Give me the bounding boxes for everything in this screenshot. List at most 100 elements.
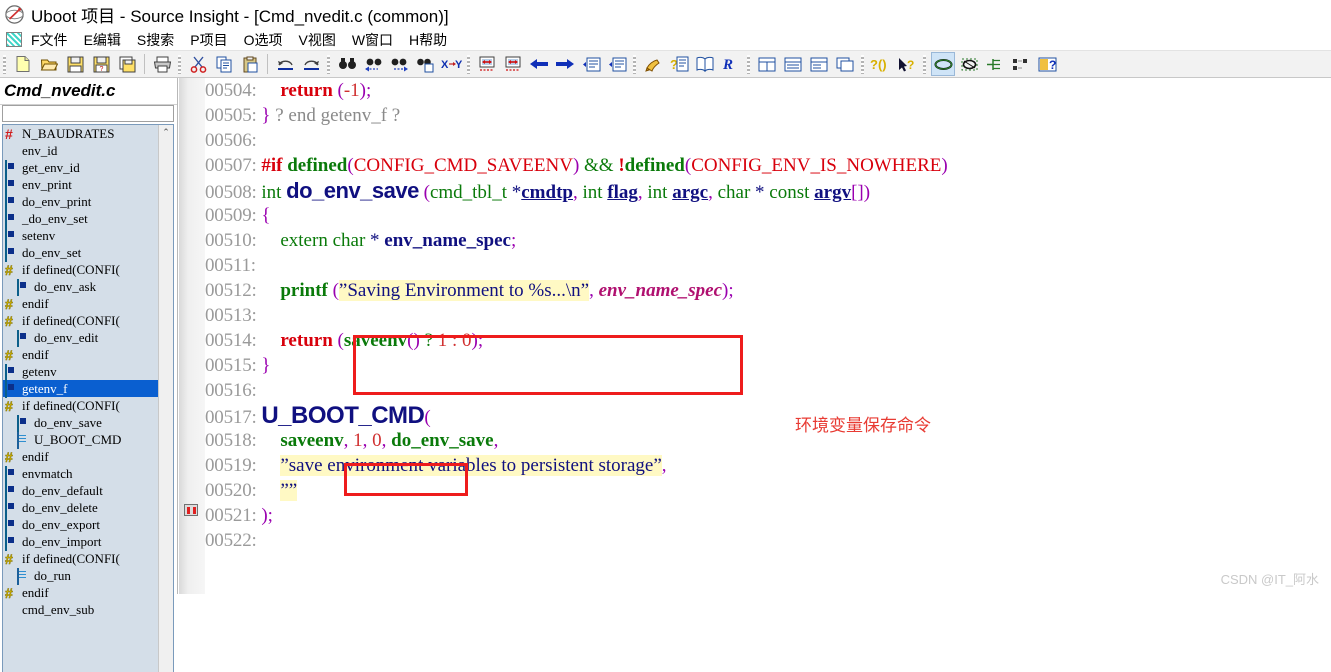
find-icon[interactable] [335,52,359,76]
symbol-list-item[interactable]: setenv [3,227,173,245]
symbol-list-item[interactable]: # if defined(CONFI( [3,312,173,329]
code-line[interactable]: 00513: [205,303,1331,328]
symbol-list-item[interactable]: env_print [3,176,173,194]
symbol-list-item[interactable]: do_env_export [3,516,173,534]
save-as-icon[interactable]: ? [89,52,113,76]
symbol-list-item[interactable]: do_env_import [3,533,173,551]
tile-windows-icon[interactable] [755,52,779,76]
code-line[interactable]: 00505: } ? end getenv_f ? [205,103,1331,128]
menu-project[interactable]: P项目 [189,30,228,50]
symbol-list-item[interactable]: getenv_f [3,380,173,398]
symbol-window-icon[interactable] [931,52,955,76]
code-line[interactable]: 00507: #if defined(CONFIG_CMD_SAVEENV) &… [205,153,1331,178]
back-icon[interactable] [527,52,551,76]
menu-search[interactable]: S搜索 [136,30,175,50]
symbol-list-scrollbar[interactable]: ⌃ [158,125,173,672]
code-line[interactable]: 00516: [205,378,1331,403]
code-line[interactable]: 00517: U_BOOT_CMD( [205,403,1331,428]
forward-icon[interactable] [553,52,577,76]
toolbar-grip[interactable] [923,54,926,74]
symbol-list-item[interactable]: do_env_print [3,193,173,211]
menu-window[interactable]: W窗口 [351,30,394,50]
symbol-list-item[interactable]: # endif [3,295,173,312]
symbol-list[interactable]: # N_BAUDRATES env_id get_env_id env_print do_… [2,124,174,672]
symbol-list-item[interactable]: env_id [3,142,173,159]
code-line[interactable]: 00519: ”save environment variables to pe… [205,453,1331,478]
symbol-list-item[interactable]: do_env_edit [3,329,173,347]
undo-icon[interactable] [273,52,297,76]
new-file-icon[interactable] [11,52,35,76]
editor-gutter[interactable] [179,78,205,594]
code-line[interactable]: 00521: ); [205,503,1331,528]
context-help-icon[interactable]: ? [667,52,691,76]
menu-view[interactable]: V视图 [297,30,336,50]
save-all-icon[interactable] [115,52,139,76]
what-is-this-icon[interactable]: ? [895,52,919,76]
toolbar-grip[interactable] [633,54,636,74]
symbol-list-item[interactable]: envmatch [3,465,173,483]
toolbar-grip[interactable] [467,54,470,74]
save-file-icon[interactable] [63,52,87,76]
find-in-files-icon[interactable] [413,52,437,76]
copy-icon[interactable] [212,52,236,76]
find-previous-icon[interactable] [361,52,385,76]
symbol-list-item[interactable]: # endif [3,584,173,601]
code-line[interactable]: 00510: extern char * env_name_spec; [205,228,1331,253]
symbol-list-item[interactable]: do_run [3,567,173,585]
system-menu-icon[interactable] [6,32,22,47]
toolbar-grip[interactable] [861,54,864,74]
symbol-list-item[interactable]: do_env_delete [3,499,173,517]
symbol-list-item[interactable]: # if defined(CONFI( [3,550,173,567]
menu-help[interactable]: H帮助 [408,30,448,50]
browse-symbols-icon[interactable] [693,52,717,76]
jump-to-caller-icon[interactable] [501,52,525,76]
symbol-list-item[interactable]: cmd_env_sub [3,601,173,618]
code-editor[interactable]: 00504: return (-1); 00505: } ? end getenv… [205,78,1331,594]
project-info-icon[interactable]: ? [1035,52,1059,76]
smart-rename-icon[interactable]: R [719,52,743,76]
symbol-list-item[interactable]: do_env_set [3,244,173,262]
expand-block-icon[interactable] [1009,52,1033,76]
symbol-list-item[interactable]: _do_env_set [3,210,173,228]
bookmark-marker-icon[interactable] [184,504,198,516]
previous-bookmark-icon[interactable] [579,52,603,76]
code-line[interactable]: 00514: return (saveenv() ? 1 : 0); [205,328,1331,353]
symbol-list-item[interactable]: # if defined(CONFI( [3,261,173,278]
open-file-icon[interactable] [37,52,61,76]
symbol-list-item[interactable]: # endif [3,448,173,465]
symbol-list-item[interactable]: # if defined(CONFI( [3,397,173,414]
toolbar-grip[interactable] [747,54,750,74]
code-line[interactable]: 00511: [205,253,1331,278]
code-line[interactable]: 00506: [205,128,1331,153]
redo-icon[interactable] [299,52,323,76]
symbol-list-item[interactable]: # endif [3,346,173,363]
find-next-icon[interactable] [387,52,411,76]
contract-block-icon[interactable] [983,52,1007,76]
symbol-list-item[interactable]: U_BOOT_CMD [3,431,173,449]
symbol-list-item[interactable]: do_env_save [3,414,173,432]
code-line[interactable]: 00509: { [205,203,1331,228]
code-line[interactable]: 00515: } [205,353,1331,378]
code-line[interactable]: 00504: return (-1); [205,78,1331,103]
vertical-split-icon[interactable] [807,52,831,76]
symbol-search-input[interactable] [3,108,173,123]
cut-icon[interactable] [186,52,210,76]
toolbar-grip[interactable] [327,54,330,74]
next-bookmark-icon[interactable] [605,52,629,76]
jump-to-definition-icon[interactable] [475,52,499,76]
paste-icon[interactable] [238,52,262,76]
scroll-up-icon[interactable]: ⌃ [159,125,173,139]
symbol-search-box[interactable] [2,105,174,123]
code-line[interactable]: 00508: int do_env_save (cmd_tbl_t *cmdtp… [205,178,1331,203]
menu-edit[interactable]: E编辑 [83,30,122,50]
syntax-formatting-icon[interactable]: ?() [869,52,893,76]
code-line[interactable]: 00522: [205,528,1331,553]
replace-icon[interactable]: XY [439,52,463,76]
code-line[interactable]: 00518: saveenv, 1, 0, do_env_save, [205,428,1331,453]
menu-options[interactable]: O选项 [243,30,284,50]
symbol-list-item[interactable]: get_env_id [3,159,173,177]
symbol-list-item[interactable]: getenv [3,363,173,381]
duplicate-window-icon[interactable] [833,52,857,76]
toolbar-grip[interactable] [3,54,6,74]
horizontal-split-icon[interactable] [781,52,805,76]
